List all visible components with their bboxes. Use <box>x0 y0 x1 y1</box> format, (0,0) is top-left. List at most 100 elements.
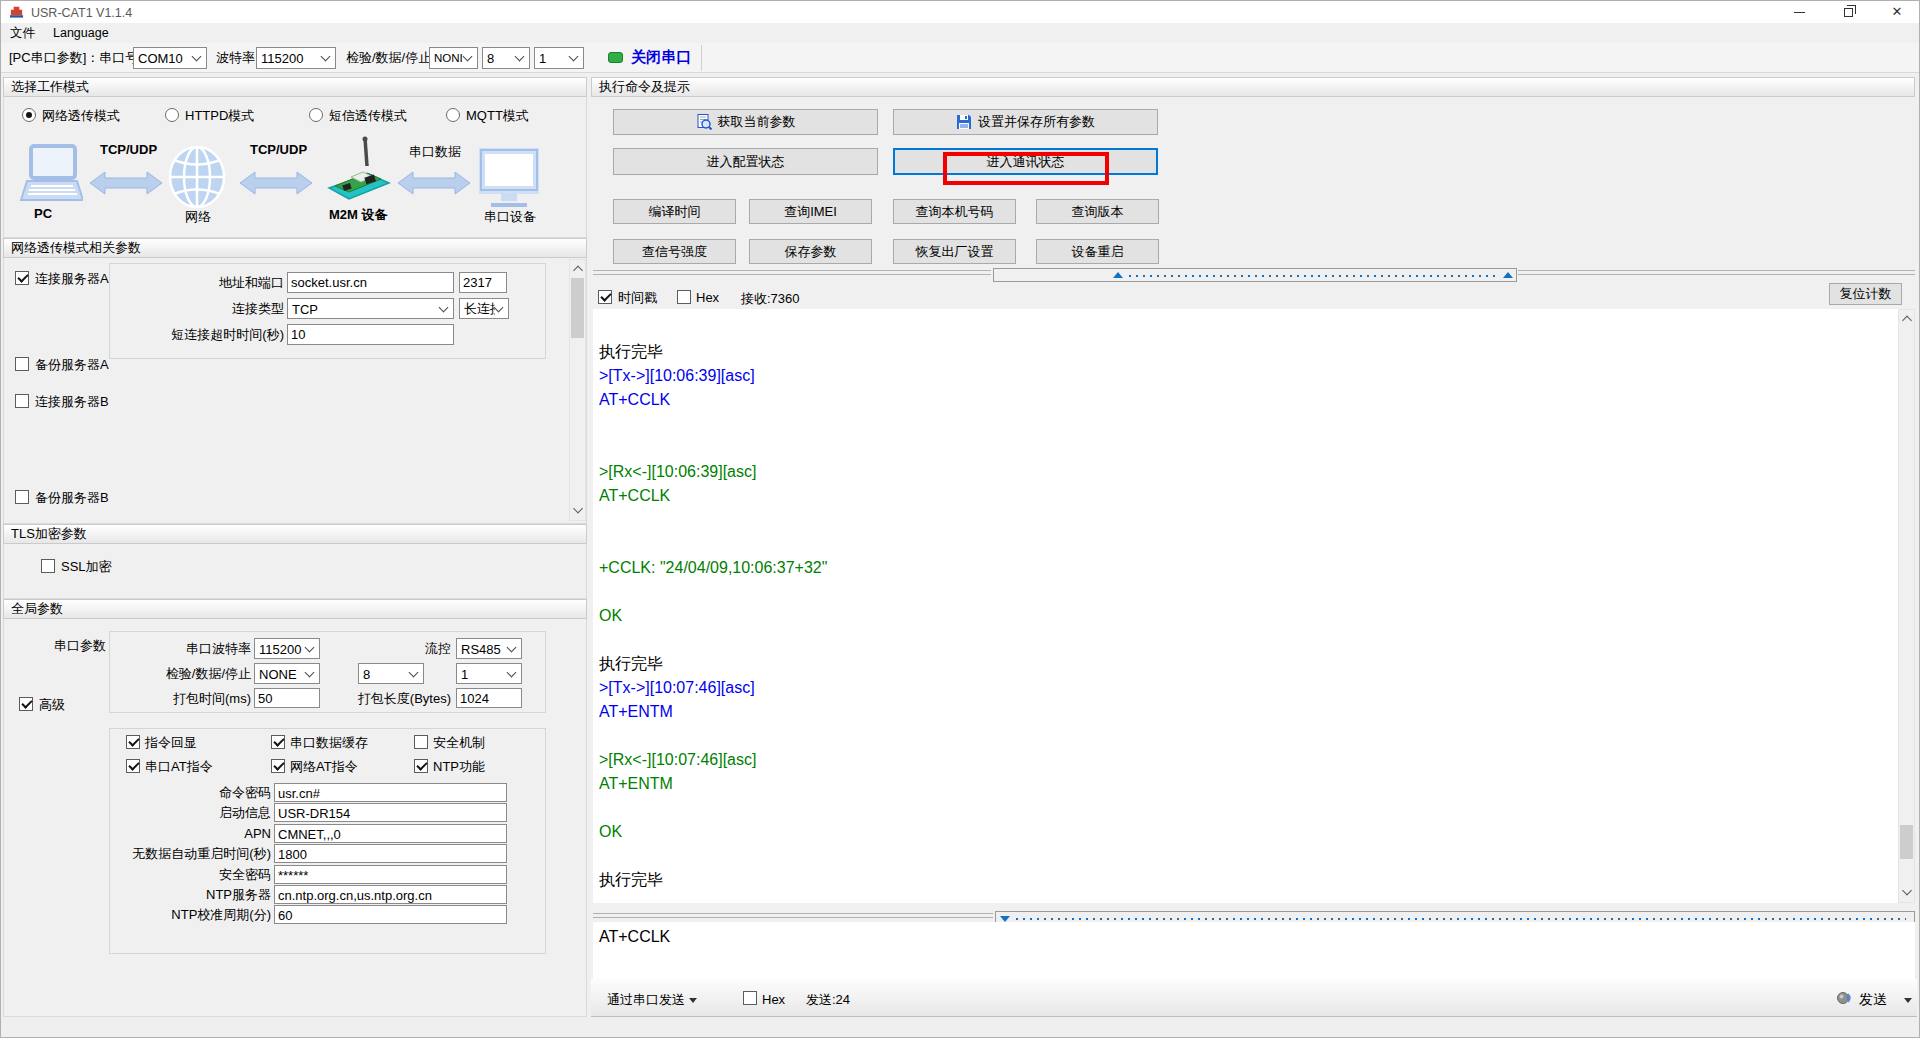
maximize-button[interactable] <box>1831 1 1865 23</box>
cmd-button-5[interactable]: 保存参数 <box>749 239 872 264</box>
server-port-input[interactable]: 2317 <box>459 272 507 293</box>
addr-port-label: 地址和端口 <box>119 275 284 291</box>
set-save-params-button[interactable]: 设置并保存所有参数 <box>893 109 1158 135</box>
adv-field-input-5[interactable]: cn.ntp.org.cn,us.ntp.org.cn <box>274 885 507 904</box>
menu-item-language[interactable]: Language <box>44 23 118 43</box>
keep-alive-select[interactable]: 长连接 <box>459 298 509 319</box>
g-databits-select[interactable]: 8 <box>358 663 424 684</box>
cmd-button-0[interactable]: 编译时间 <box>613 199 736 224</box>
scroll-down-icon <box>1902 886 1912 896</box>
cmd-button-6[interactable]: 恢复出厂设置 <box>893 239 1016 264</box>
adv-field-input-2[interactable]: CMNET,,,0 <box>274 824 507 843</box>
chevron-down-icon <box>494 302 504 312</box>
switch-label-5: NTP功能 <box>433 759 485 775</box>
get-params-button[interactable]: 获取当前参数 <box>613 109 878 135</box>
work-mode-radio-2[interactable] <box>309 108 323 122</box>
close-button[interactable]: ✕ <box>1880 1 1914 23</box>
m2m-label: M2M 设备 <box>329 206 388 224</box>
chevron-down-icon <box>515 52 525 62</box>
pc-label: PC <box>34 206 52 221</box>
switch-checkbox-5[interactable] <box>414 759 428 773</box>
adv-field-input-6[interactable]: 60 <box>274 905 507 924</box>
databits-select[interactable]: 8 <box>482 47 530 69</box>
log-line-15: AT+ENTM <box>599 700 1898 724</box>
enter-config-button[interactable]: 进入配置状态 <box>613 148 878 175</box>
short-timeout-input[interactable]: 10 <box>287 324 454 345</box>
section-net-params-header: 网络透传模式相关参数 <box>3 238 587 258</box>
log-line-4 <box>599 436 1898 460</box>
pack-time-input[interactable]: 50 <box>254 688 320 708</box>
reset-count-button[interactable]: 复位计数 <box>1829 283 1902 305</box>
cmd-button-2[interactable]: 查询本机号码 <box>893 199 1016 224</box>
send-input-area[interactable]: AT+CCLK <box>593 922 1915 979</box>
log-scrollbar[interactable] <box>1898 309 1915 903</box>
serial-group-label: 串口参数 <box>31 638 106 654</box>
flow-select[interactable]: RS485 <box>456 638 522 659</box>
timestamp-checkbox[interactable] <box>598 290 612 304</box>
switch-checkbox-3[interactable] <box>126 759 140 773</box>
send-icon <box>1835 989 1853 1007</box>
baud-select[interactable]: 115200 <box>256 47 336 69</box>
work-mode-radio-3[interactable] <box>446 108 460 122</box>
stopbits-select[interactable]: 1 <box>534 47 584 69</box>
adv-field-input-3[interactable]: 1800 <box>274 844 507 863</box>
conn-type-select[interactable]: TCP <box>287 298 454 319</box>
send-button[interactable]: 发送 <box>1859 991 1887 1007</box>
work-mode-radio-0[interactable] <box>22 108 36 122</box>
backup-a-label: 备份服务器A <box>35 357 109 373</box>
server-b-label: 连接服务器B <box>35 394 109 410</box>
send-via-serial-dropdown[interactable]: 通过串口发送 <box>607 992 685 1008</box>
server-addr-input[interactable]: socket.usr.cn <box>287 272 454 293</box>
splitter-slider[interactable] <box>993 268 1517 282</box>
backup-b-checkbox[interactable] <box>15 490 29 504</box>
cmd-button-7[interactable]: 设备重启 <box>1036 239 1159 264</box>
switch-checkbox-0[interactable] <box>126 735 140 749</box>
adv-field-input-0[interactable]: usr.cn# <box>274 783 507 802</box>
switch-checkbox-2[interactable] <box>414 735 428 749</box>
com-port-select[interactable]: COM10 <box>133 47 207 69</box>
log-line-21 <box>599 844 1898 868</box>
log-line-8 <box>599 532 1898 556</box>
hex-label: Hex <box>696 290 719 306</box>
g-stopbits-select[interactable]: 1 <box>456 663 522 684</box>
minimize-button[interactable] <box>1782 1 1816 23</box>
g-baud-label: 串口波特率 <box>131 641 251 657</box>
adv-field-input-1[interactable]: USR-DR154 <box>274 803 507 822</box>
cmd-button-3[interactable]: 查询版本 <box>1036 199 1159 224</box>
menu-item-file[interactable]: 文件 <box>1 23 44 43</box>
log-output[interactable]: 执行完毕>[Tx->][10:06:39][asc]AT+CCLK>[Rx<-]… <box>593 309 1898 903</box>
net-section-scrollbar[interactable] <box>569 259 586 521</box>
switch-checkbox-1[interactable] <box>271 735 285 749</box>
backup-a-checkbox[interactable] <box>15 357 29 371</box>
log-line-1: >[Tx->][10:06:39][asc] <box>599 364 1898 388</box>
switch-label-2: 安全机制 <box>433 735 485 751</box>
close-serial-button[interactable]: 关闭串口 <box>631 49 691 65</box>
app-icon <box>9 4 24 19</box>
switch-checkbox-4[interactable] <box>271 759 285 773</box>
hex-checkbox[interactable] <box>677 290 691 304</box>
pack-len-input[interactable]: 1024 <box>456 688 522 708</box>
ssl-checkbox[interactable] <box>41 559 55 573</box>
g-baud-select[interactable]: 115200 <box>254 638 320 659</box>
work-mode-radio-1[interactable] <box>165 108 179 122</box>
advanced-checkbox[interactable] <box>19 697 33 711</box>
send-dropdown-arrow-icon[interactable] <box>1904 998 1912 1003</box>
parity-select[interactable]: NONI <box>429 47 478 69</box>
g-parity-select[interactable]: NONE <box>254 663 320 684</box>
adv-field-input-4[interactable]: ****** <box>274 865 507 884</box>
adv-field-label-2: APN <box>113 826 271 842</box>
splitter-line <box>593 270 991 275</box>
cmd-button-4[interactable]: 查信号强度 <box>613 239 736 264</box>
send-toolbar: 通过串口发送 Hex 发送:24 发送 <box>591 979 1917 1017</box>
baud-label: 波特率 <box>216 50 255 66</box>
cmd-button-1[interactable]: 查询IMEI <box>749 199 872 224</box>
app-window: USR-CAT1 V1.1.4 ✕ 文件Language [PC串口参数]：串口… <box>0 0 1920 1038</box>
server-b-checkbox[interactable] <box>15 394 29 408</box>
log-line-13: 执行完毕 <box>599 652 1898 676</box>
toolbar-separator <box>701 45 702 71</box>
send-hex-checkbox[interactable] <box>743 991 757 1005</box>
work-mode-label-2: 短信透传模式 <box>329 108 407 124</box>
flow-label: 流控 <box>391 641 451 657</box>
server-a-checkbox[interactable] <box>15 271 29 285</box>
toolbar: [PC串口参数]：串口号 COM10 波特率 115200 检验/数据/停止 N… <box>1 43 1920 73</box>
